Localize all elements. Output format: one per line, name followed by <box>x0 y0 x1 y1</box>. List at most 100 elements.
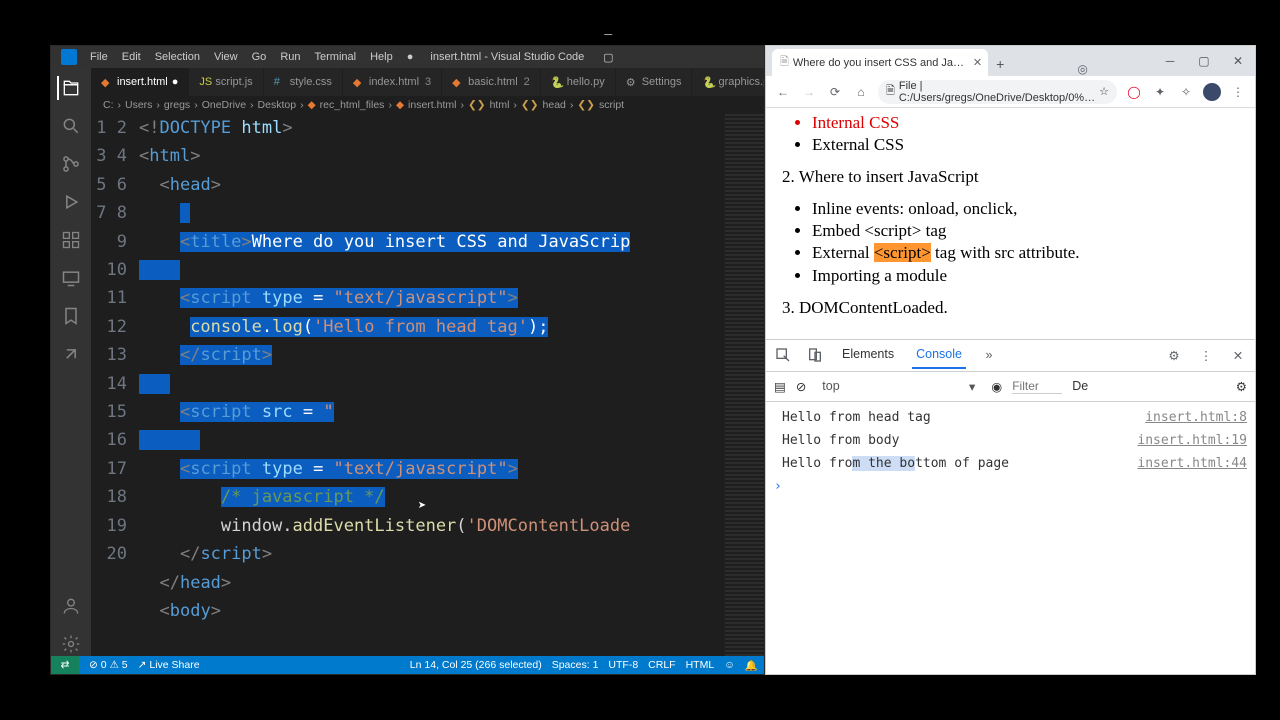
nav-forward-icon[interactable]: → <box>800 83 818 101</box>
status-eol[interactable]: CRLF <box>648 659 675 671</box>
remote-icon[interactable] <box>59 266 83 290</box>
search-icon[interactable] <box>59 114 83 138</box>
more-tabs-icon[interactable]: » <box>980 346 998 364</box>
console-message: Hello from body <box>782 433 1137 448</box>
account-icon[interactable] <box>59 594 83 618</box>
tab-index-html[interactable]: ◆index.html3 <box>343 68 442 96</box>
line-gutter: 1 2 3 4 5 6 7 8 9 10 11 12 13 14 15 16 1… <box>91 114 139 656</box>
tab-close-icon[interactable]: ✕ <box>973 56 982 69</box>
console-source-link[interactable]: insert.html:8 <box>1145 410 1247 425</box>
console-source-link[interactable]: insert.html:19 <box>1137 433 1247 448</box>
tab-script-js[interactable]: JSscript.js <box>189 68 263 96</box>
html-file-icon: ◆ <box>452 76 464 88</box>
menu-file[interactable]: File <box>83 49 115 65</box>
menu-view[interactable]: View <box>207 49 245 65</box>
explorer-icon[interactable] <box>57 76 83 100</box>
window-close-icon[interactable]: ✕ <box>1221 46 1255 76</box>
status-feedback-icon[interactable]: ☺ <box>724 659 735 671</box>
profile-avatar-icon[interactable] <box>1203 83 1221 101</box>
tab-title: Where do you insert CSS and Ja… <box>793 57 964 69</box>
find-highlight: <script> <box>874 243 931 262</box>
menu-edit[interactable]: Edit <box>115 49 148 65</box>
window-minimize-icon[interactable]: ─ <box>1153 46 1187 76</box>
tab-badge: 3 <box>425 76 431 88</box>
status-liveshare[interactable]: ↗ Live Share <box>138 659 200 671</box>
console-settings-icon[interactable]: ⚙ <box>1236 379 1247 394</box>
tab-insert-html[interactable]: ◆ insert.html ● <box>91 68 189 96</box>
tab-hello-py[interactable]: 🐍hello.py <box>541 68 616 96</box>
chevron-down-icon: ▾ <box>969 379 975 394</box>
status-cursor-pos[interactable]: Ln 14, Col 25 (266 selected) <box>410 659 542 671</box>
code-content[interactable]: <!DOCTYPE html> <html> <head> <title>Whe… <box>139 114 724 656</box>
bookmark-star-icon[interactable]: ☆ <box>1099 85 1109 98</box>
home-icon[interactable]: ⌂ <box>852 83 870 101</box>
inspect-icon[interactable] <box>774 346 792 364</box>
devtools-tab-console[interactable]: Console <box>912 341 966 369</box>
html-file-icon: ◆ <box>101 76 113 88</box>
status-bell-icon[interactable]: 🔔 <box>745 659 758 672</box>
live-share-icon[interactable] <box>59 342 83 366</box>
tab-settings[interactable]: ⚙Settings <box>616 68 693 96</box>
menu-go[interactable]: Go <box>245 49 274 65</box>
dirty-dot: ● <box>400 49 421 65</box>
devtools-settings-icon[interactable]: ⚙ <box>1165 346 1183 364</box>
nav-back-icon[interactable]: ← <box>774 83 792 101</box>
run-debug-icon[interactable] <box>59 190 83 214</box>
window-maximize-icon[interactable]: ▢ <box>1187 46 1221 76</box>
tab-basic-html[interactable]: ◆basic.html2 <box>442 68 541 96</box>
status-language[interactable]: HTML <box>686 659 715 671</box>
menu-terminal[interactable]: Terminal <box>308 49 364 65</box>
tab-style-css[interactable]: #style.css <box>264 68 343 96</box>
status-problems[interactable]: ⊘ 0 ⚠ 5 <box>89 659 128 671</box>
devtools-menu-icon[interactable]: ⋮ <box>1197 346 1215 364</box>
editor-group: ◆ insert.html ● JSscript.js #style.css ◆… <box>91 68 764 656</box>
extension-opera-icon[interactable]: ◯ <box>1125 83 1143 101</box>
address-bar[interactable]: 🗎 File | C:/Users/gregs/OneDrive/Desktop… <box>878 80 1117 104</box>
menu-run[interactable]: Run <box>273 49 307 65</box>
reload-icon[interactable]: ⟳ <box>826 83 844 101</box>
console-prompt[interactable]: › <box>766 475 1255 498</box>
window-minimize-icon[interactable]: ─ <box>591 24 625 46</box>
status-encoding[interactable]: UTF-8 <box>608 659 638 671</box>
new-tab-button[interactable]: + <box>988 52 1012 76</box>
browser-toolbar: ← → ⟳ ⌂ 🗎 File | C:/Users/gregs/OneDrive… <box>766 76 1255 108</box>
tab-graphics[interactable]: 🐍graphics.p <box>692 68 764 96</box>
code-editor[interactable]: 1 2 3 4 5 6 7 8 9 10 11 12 13 14 15 16 1… <box>91 114 764 656</box>
browser-menu-icon[interactable]: ⋮ <box>1229 83 1247 101</box>
devtools-close-icon[interactable]: ✕ <box>1229 346 1247 364</box>
clear-console-icon[interactable]: ⊘ <box>796 379 806 394</box>
remote-status-icon[interactable]: ⇄ <box>51 656 79 674</box>
extension-shield-icon[interactable]: ✦ <box>1151 83 1169 101</box>
tab-label: script.js <box>215 76 252 88</box>
heading: 2. Where to insert JavaScript <box>782 166 1239 188</box>
context-selector[interactable]: top▾ <box>816 377 981 396</box>
status-spaces[interactable]: Spaces: 1 <box>552 659 599 671</box>
console-filter-input[interactable] <box>1012 379 1062 394</box>
extensions-icon[interactable] <box>59 228 83 252</box>
console-toolbar: ▤ ⊘ top▾ ◉ De ⚙ <box>766 372 1255 402</box>
bookmarks-icon[interactable] <box>59 304 83 328</box>
window-maximize-icon[interactable]: ▢ <box>591 46 625 68</box>
tab-badge: 2 <box>524 76 530 88</box>
console-row: Hello from body insert.html:19 <box>766 429 1255 452</box>
menu-selection[interactable]: Selection <box>148 49 207 65</box>
menu-help[interactable]: Help <box>363 49 400 65</box>
vscode-menubar: File Edit Selection View Go Run Terminal… <box>51 46 764 68</box>
python-file-icon: 🐍 <box>551 76 563 88</box>
console-source-link[interactable]: insert.html:44 <box>1137 456 1247 471</box>
breadcrumb[interactable]: C:›Users›gregs›OneDrive›Desktop›◆rec_htm… <box>91 96 764 114</box>
live-expression-eye-icon[interactable]: ◉ <box>991 379 1002 394</box>
device-toggle-icon[interactable] <box>806 346 824 364</box>
browser-tab[interactable]: 🗎 Where do you insert CSS and Ja… ✕ <box>772 49 988 76</box>
extensions-puzzle-icon[interactable]: ✧ <box>1177 83 1195 101</box>
gear-icon: ⚙ <box>626 76 638 88</box>
console-sidebar-toggle-icon[interactable]: ▤ <box>774 379 786 394</box>
log-levels[interactable]: De <box>1072 379 1088 393</box>
cast-icon[interactable]: ◎ <box>1077 62 1087 76</box>
devtools-tab-elements[interactable]: Elements <box>838 341 898 369</box>
console-message: Hello from head tag <box>782 410 1145 425</box>
settings-gear-icon[interactable] <box>59 632 83 656</box>
list-item: Embed <script> tag <box>812 220 1239 242</box>
minimap[interactable] <box>724 114 764 656</box>
source-control-icon[interactable] <box>59 152 83 176</box>
